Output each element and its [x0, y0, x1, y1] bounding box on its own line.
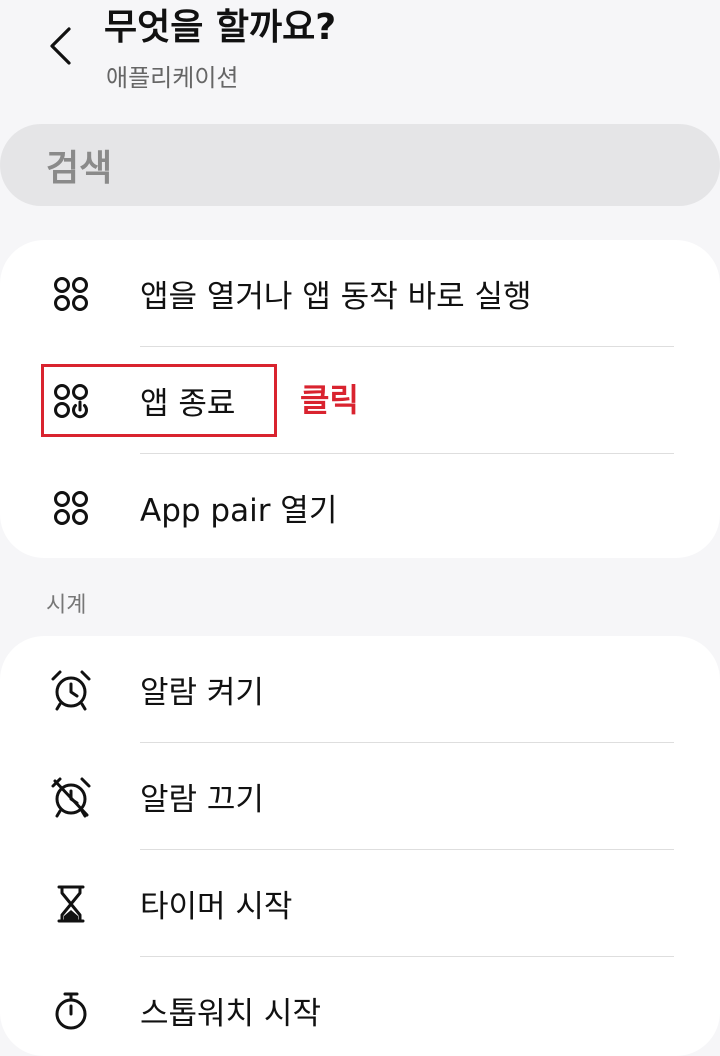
action-label: 앱을 열거나 앱 동작 바로 실행 [140, 279, 532, 315]
alarm-clock-icon [48, 667, 94, 713]
apps-action-list: 앱을 열거나 앱 동작 바로 실행 앱 종료 App pair 열기 [0, 240, 720, 558]
action-label: App pair 열기 [140, 493, 338, 529]
action-start-stopwatch[interactable]: 스톱워치 시작 [0, 957, 720, 1056]
search-input[interactable]: 검색 [0, 124, 720, 206]
action-label: 알람 끄기 [140, 782, 264, 818]
back-arrow-icon [50, 27, 71, 65]
search-placeholder: 검색 [46, 148, 113, 189]
action-start-timer[interactable]: 타이머 시작 [0, 850, 720, 957]
action-alarm-on[interactable]: 알람 켜기 [0, 636, 720, 743]
action-label: 스톱워치 시작 [140, 996, 321, 1032]
apps-icon [48, 271, 94, 317]
action-label: 알람 켜기 [140, 675, 264, 711]
page-subtitle: 애플리케이션 [106, 64, 239, 92]
hourglass-icon [48, 881, 94, 927]
action-open-app[interactable]: 앱을 열거나 앱 동작 바로 실행 [0, 240, 720, 347]
action-label: 타이머 시작 [140, 889, 293, 925]
apps-icon [48, 485, 94, 531]
action-alarm-off[interactable]: 알람 끄기 [0, 743, 720, 850]
stopwatch-icon [48, 988, 94, 1034]
click-annotation: 클릭 [300, 381, 359, 419]
back-button[interactable] [30, 18, 90, 74]
clock-action-list: 알람 켜기 알람 끄기 타이머 시작 스톱워치 시작 [0, 636, 720, 1056]
page-title: 무엇을 할까요? [104, 7, 337, 48]
action-label: 앱 종료 [140, 386, 236, 422]
action-open-app-pair[interactable]: App pair 열기 [0, 454, 720, 558]
action-close-app[interactable]: 앱 종료 [0, 347, 720, 454]
section-title-clock: 시계 [46, 593, 87, 618]
alarm-off-icon [48, 774, 94, 820]
header: 무엇을 할까요? 애플리케이션 [0, 0, 720, 120]
apps-power-icon [48, 378, 94, 424]
